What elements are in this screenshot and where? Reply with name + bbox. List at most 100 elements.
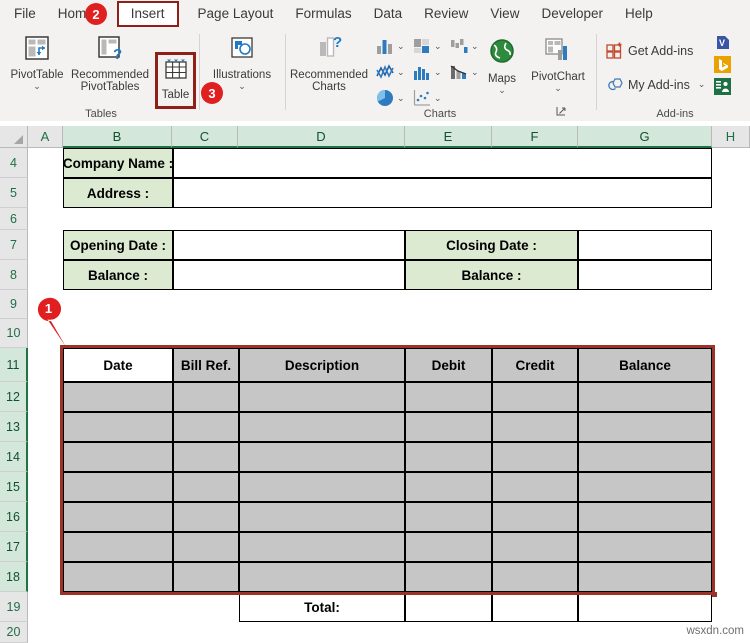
column-header-C[interactable]: C (172, 126, 238, 148)
table-header-debit[interactable]: Debit (405, 348, 492, 382)
row-header-14[interactable]: 14 (0, 442, 28, 472)
select-all-button[interactable] (0, 126, 28, 148)
cell-address-label[interactable]: Address : (63, 178, 173, 208)
cell-total-balance[interactable] (578, 592, 712, 622)
row-header-6[interactable]: 6 (0, 208, 28, 230)
row-header-12[interactable]: 12 (0, 382, 28, 412)
cell-closing-date-label[interactable]: Closing Date : (405, 230, 578, 260)
cell-closing-balance-label[interactable]: Balance : (405, 260, 578, 290)
table-header-description[interactable]: Description (239, 348, 405, 382)
waterfall-chart-button[interactable]: ⌄ (449, 36, 479, 56)
column-header-D[interactable]: D (238, 126, 405, 148)
table-row[interactable] (63, 502, 173, 532)
column-header-B[interactable]: B (63, 126, 172, 148)
row-header-16[interactable]: 16 (0, 502, 28, 532)
table-row[interactable] (405, 382, 492, 412)
table-row[interactable] (492, 532, 578, 562)
cell-opening-date-label[interactable]: Opening Date : (63, 230, 173, 260)
column-header-A[interactable]: A (28, 126, 63, 148)
table-row[interactable] (239, 532, 405, 562)
table-header-bill-ref[interactable]: Bill Ref. (173, 348, 239, 382)
table-row[interactable] (239, 502, 405, 532)
line-chart-button[interactable]: ⌄ (375, 62, 405, 82)
tab-review[interactable]: Review (413, 0, 479, 28)
table-row[interactable] (492, 442, 578, 472)
get-addins-button[interactable]: Get Add-ins (606, 42, 693, 59)
table-header-credit[interactable]: Credit (492, 348, 578, 382)
table-row[interactable] (405, 412, 492, 442)
table-row[interactable] (492, 382, 578, 412)
table-row[interactable] (578, 382, 712, 412)
table-row[interactable] (405, 532, 492, 562)
cell-closing-date-value[interactable] (578, 230, 712, 260)
column-header-F[interactable]: F (492, 126, 578, 148)
cell-address-value[interactable] (173, 178, 712, 208)
table-row[interactable] (239, 562, 405, 592)
pivot-chart-button[interactable]: PivotChart ⌄ (528, 36, 588, 93)
recommended-charts-button[interactable]: ? Recommended Charts (290, 34, 368, 94)
column-chart-chevron-down-icon[interactable]: ⌄ (397, 41, 405, 52)
cell-company-name-value[interactable] (173, 148, 712, 178)
column-header-E[interactable]: E (405, 126, 492, 148)
my-addins-button[interactable]: My Add-ins ⌄ (606, 76, 705, 93)
table-row[interactable] (492, 562, 578, 592)
table-row[interactable] (173, 532, 239, 562)
table-row[interactable] (173, 382, 239, 412)
table-row[interactable] (173, 412, 239, 442)
pivot-table-button[interactable]: PivotTable ⌄ (6, 34, 68, 91)
recommended-pivot-tables-button[interactable]: ? Recommended PivotTables (70, 34, 150, 94)
table-row[interactable] (239, 412, 405, 442)
cell-total-credit[interactable] (492, 592, 578, 622)
cell-total-debit[interactable] (405, 592, 492, 622)
row-header-7[interactable]: 7 (0, 230, 28, 260)
pivot-chart-chevron-down-icon[interactable]: ⌄ (528, 84, 588, 93)
selection-fill-handle[interactable] (712, 592, 717, 597)
scatter-chart-button[interactable]: ⌄ (412, 88, 442, 108)
table-row[interactable] (492, 472, 578, 502)
cell-opening-date-value[interactable] (173, 230, 405, 260)
row-header-13[interactable]: 13 (0, 412, 28, 442)
row-header-4[interactable]: 4 (0, 148, 28, 178)
table-row[interactable] (63, 562, 173, 592)
row-header-15[interactable]: 15 (0, 472, 28, 502)
statistic-chart-chevron-down-icon[interactable]: ⌄ (434, 67, 442, 78)
tab-developer[interactable]: Developer (530, 0, 614, 28)
table-row[interactable] (63, 412, 173, 442)
row-header-8[interactable]: 8 (0, 260, 28, 290)
table-row[interactable] (578, 472, 712, 502)
table-row[interactable] (578, 532, 712, 562)
table-row[interactable] (239, 442, 405, 472)
table-row[interactable] (173, 502, 239, 532)
row-header-5[interactable]: 5 (0, 178, 28, 208)
cell-company-name-label[interactable]: Company Name : (63, 148, 173, 178)
tab-view[interactable]: View (479, 0, 530, 28)
pivot-table-chevron-down-icon[interactable]: ⌄ (6, 82, 68, 91)
row-header-20[interactable]: 20 (0, 622, 28, 643)
table-row[interactable] (173, 562, 239, 592)
row-header-11[interactable]: 11 (0, 348, 28, 382)
table-row[interactable] (578, 412, 712, 442)
cell-closing-balance-value[interactable] (578, 260, 712, 290)
table-row[interactable] (63, 472, 173, 502)
cell-opening-balance-label[interactable]: Balance : (63, 260, 173, 290)
maps-button[interactable]: Maps ⌄ (478, 36, 526, 95)
row-header-10[interactable]: 10 (0, 319, 28, 348)
statistic-chart-button[interactable]: ⌄ (412, 62, 442, 82)
column-header-G[interactable]: G (578, 126, 712, 148)
hierarchy-chart-chevron-down-icon[interactable]: ⌄ (434, 41, 442, 52)
table-row[interactable] (405, 562, 492, 592)
bing-addin-icon[interactable] (714, 56, 731, 78)
table-row[interactable] (405, 502, 492, 532)
table-row[interactable] (173, 442, 239, 472)
maps-chevron-down-icon[interactable]: ⌄ (478, 86, 526, 95)
tab-help[interactable]: Help (614, 0, 664, 28)
table-row[interactable] (239, 382, 405, 412)
table-row[interactable] (173, 472, 239, 502)
combo-chart-button[interactable]: ⌄ (449, 62, 479, 82)
table-button[interactable]: Table (156, 56, 195, 101)
tab-insert[interactable]: Insert (116, 1, 179, 27)
charts-dialog-launcher[interactable] (556, 106, 566, 119)
column-chart-button[interactable]: ⌄ (375, 36, 405, 56)
table-row[interactable] (578, 442, 712, 472)
row-header-18[interactable]: 18 (0, 562, 28, 592)
